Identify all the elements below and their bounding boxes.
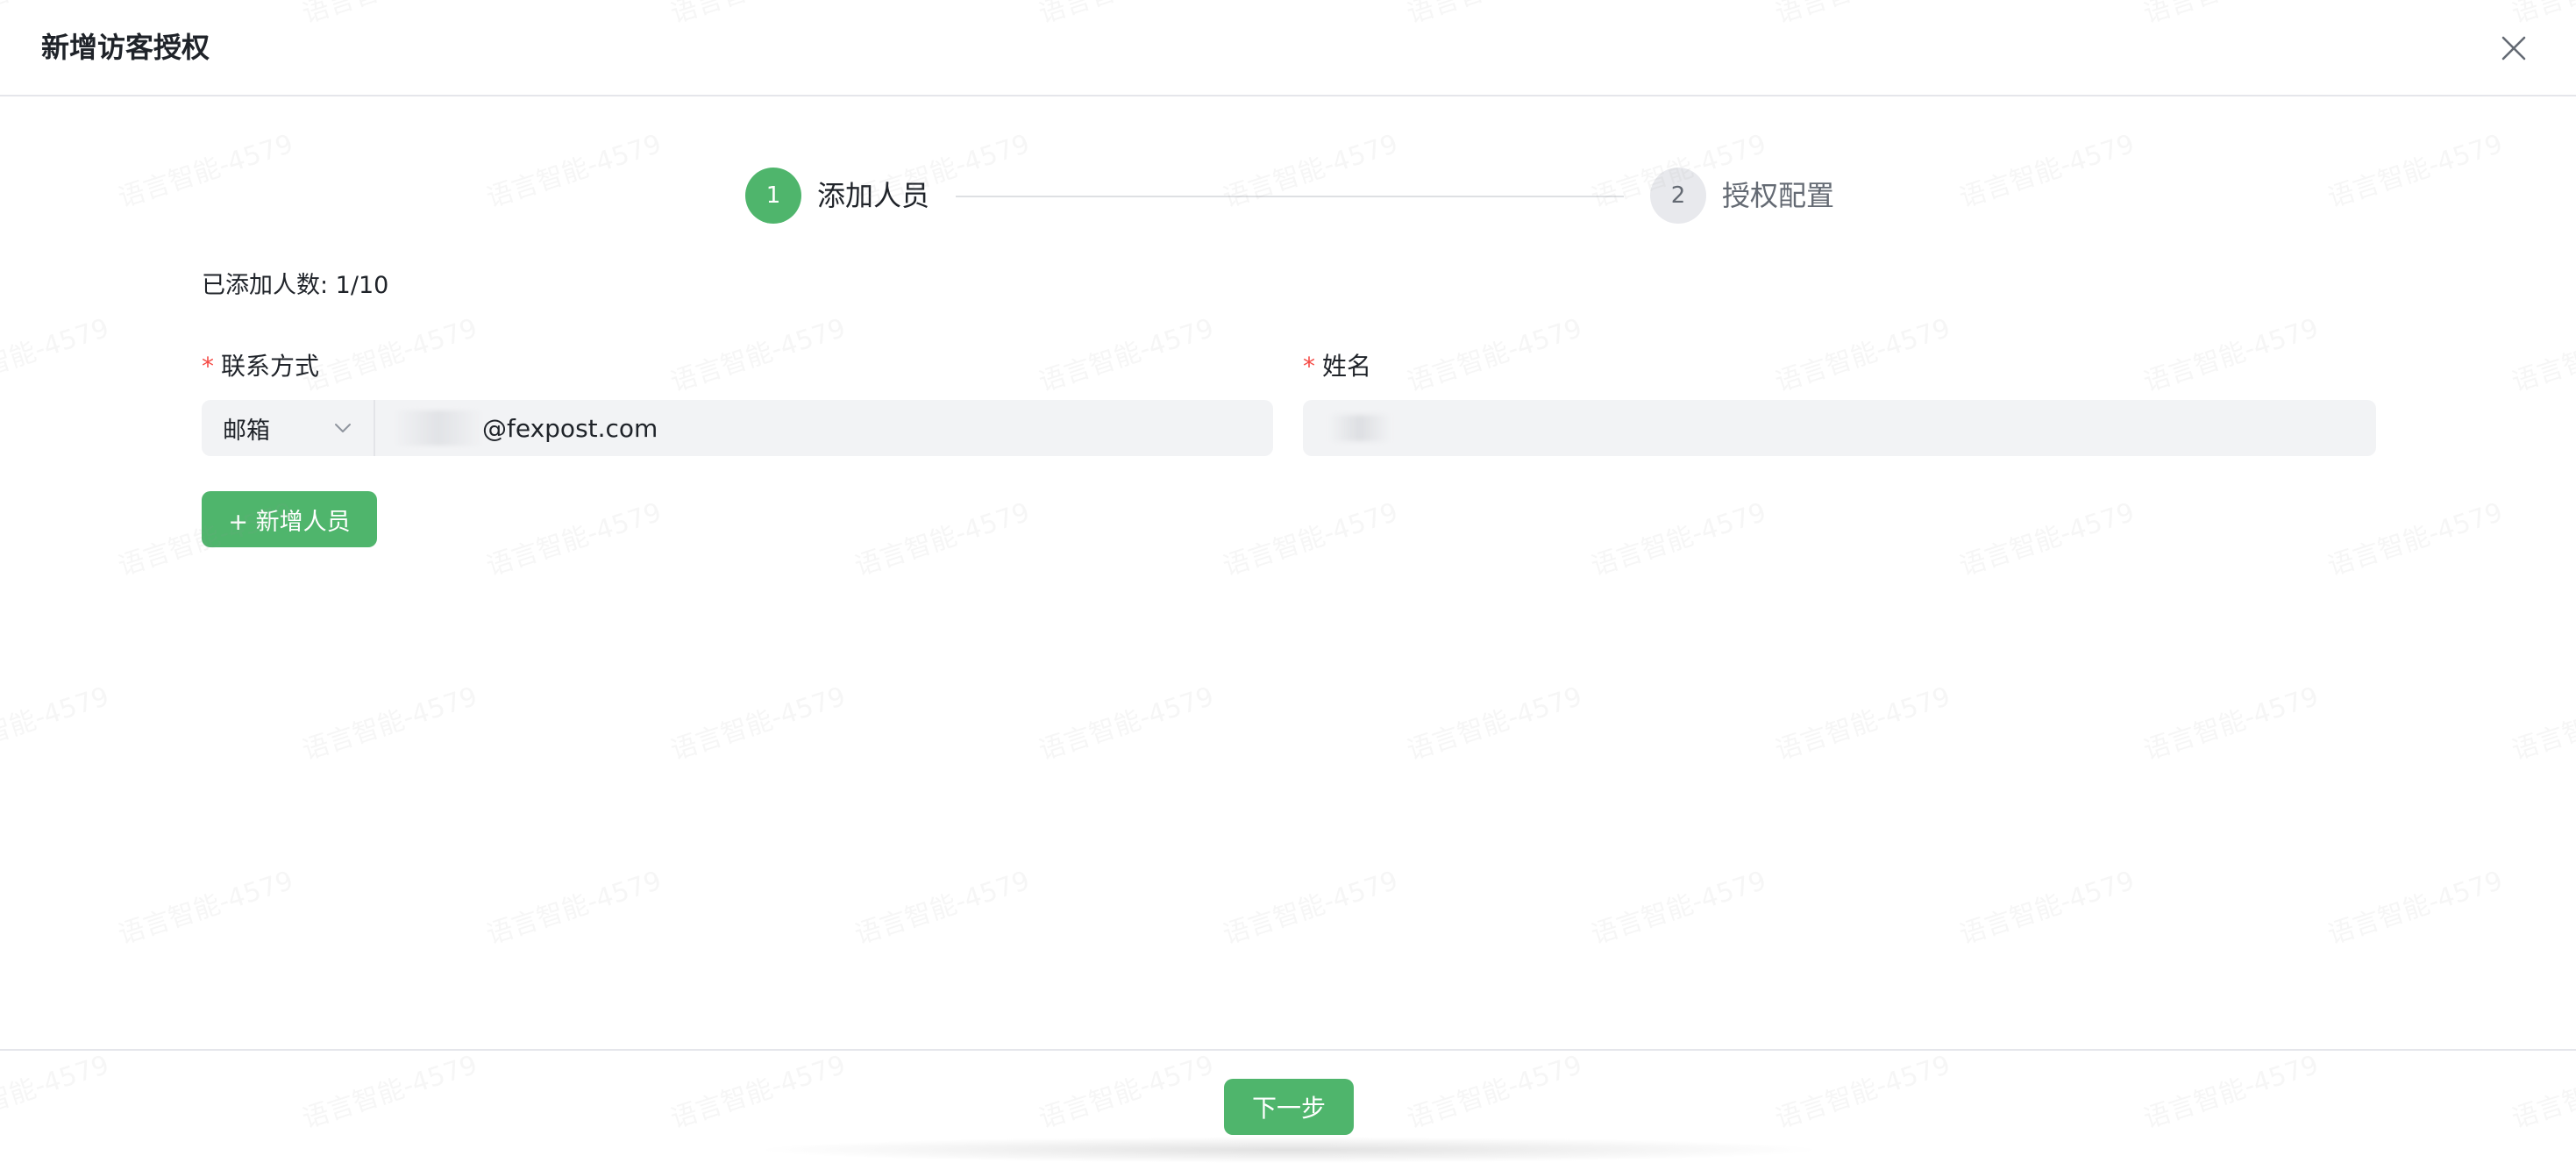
watermark-text: 语言智能-4579 [2508, 681, 2576, 767]
watermark-text: 语言智能-4579 [2139, 681, 2323, 767]
contact-method-label: * 联系方式 [202, 350, 319, 383]
name-label-text: 姓名 [1322, 352, 1372, 381]
watermark-text: 语言智能-4579 [1219, 865, 1402, 951]
watermark-text: 语言智能-4579 [298, 312, 481, 398]
contact-method-label-text: 联系方式 [221, 352, 320, 381]
watermark-text: 语言智能-4579 [2323, 128, 2507, 214]
contact-type-select[interactable]: 邮箱 [202, 400, 375, 456]
watermark-text: 语言智能-4579 [2139, 312, 2323, 398]
watermark-text: 语言智能-4579 [666, 681, 850, 767]
email-username-masked [395, 410, 482, 446]
name-value-masked [1329, 415, 1391, 441]
next-step-button[interactable]: 下一步 [1224, 1079, 1354, 1135]
step-authorization-config: 2 授权配置 [1650, 167, 1834, 225]
watermark-text: 语言智能-4579 [1035, 681, 1218, 767]
watermark-text: 语言智能-4579 [1955, 128, 2138, 214]
visitor-authorization-dialog: 新增访客授权 1 添加人员 2 授权配置 已添加人数: 1/10 * 联系方式 邮… [0, 0, 2576, 1163]
dialog-title: 新增访客授权 [41, 31, 210, 64]
email-field[interactable]: @fexpost.com [375, 400, 1273, 456]
watermark-text: 语言智能-4579 [1035, 312, 1218, 398]
step-number-badge: 2 [1650, 168, 1706, 224]
watermark-text: 语言智能-4579 [1403, 681, 1586, 767]
bottom-shadow [754, 1137, 1824, 1163]
watermark-text: 语言智能-4579 [114, 865, 297, 951]
step-number-badge: 1 [745, 168, 801, 224]
watermark-text: 语言智能-4579 [850, 865, 1034, 951]
step-label: 授权配置 [1722, 179, 1835, 212]
required-mark: * [1303, 352, 1315, 381]
watermark-text: 语言智能-4579 [298, 681, 481, 767]
watermark-text: 语言智能-4579 [1771, 681, 1954, 767]
close-icon [2501, 36, 2526, 61]
email-domain: @fexpost.com [482, 413, 658, 443]
watermark-text: 语言智能-4579 [666, 312, 850, 398]
step-label: 添加人员 [817, 179, 930, 212]
name-field[interactable] [1303, 400, 2376, 456]
chevron-down-icon [335, 424, 351, 432]
close-button[interactable] [2495, 30, 2532, 67]
add-person-button[interactable]: + 新增人员 [202, 491, 377, 547]
watermark-text: 语言智能-4579 [1219, 496, 1402, 582]
watermark-text: 语言智能-4579 [1955, 865, 2138, 951]
watermark-text: 语言智能-4579 [2323, 496, 2507, 582]
watermark-text: 语言智能-4579 [2508, 312, 2576, 398]
contact-type-value: 邮箱 [223, 417, 270, 445]
required-mark: * [202, 352, 214, 381]
watermark-text: 语言智能-4579 [1587, 496, 1770, 582]
watermark-text: 语言智能-4579 [482, 865, 665, 951]
added-count: 已添加人数: 1/10 [202, 272, 389, 299]
watermark-text: 语言智能-4579 [482, 496, 665, 582]
watermark-text: 语言智能-4579 [482, 128, 665, 214]
name-label: * 姓名 [1303, 350, 1371, 383]
watermark-text: 语言智能-4579 [0, 312, 113, 398]
watermark-text: 语言智能-4579 [1955, 496, 2138, 582]
watermark-text: 语言智能-4579 [114, 128, 297, 214]
step-add-people: 1 添加人员 [745, 167, 929, 225]
watermark-text: 语言智能-4579 [850, 496, 1034, 582]
dialog-header: 新增访客授权 [0, 0, 2576, 96]
step-connector [956, 196, 1624, 197]
watermark-text: 语言智能-4579 [0, 681, 113, 767]
watermark-text: 语言智能-4579 [1219, 128, 1402, 214]
watermark-text: 语言智能-4579 [2323, 865, 2507, 951]
watermark-text: 语言智能-4579 [1771, 312, 1954, 398]
watermark-text: 语言智能-4579 [1587, 865, 1770, 951]
watermark-layer: 语言智能-4579 语言智能-4579 语言智能-4579 语言智能-4579 语言智能… [0, 0, 2576, 1163]
watermark-text: 语言智能-4579 [1403, 312, 1586, 398]
contact-input-group: 邮箱 @fexpost.com [202, 400, 1273, 456]
